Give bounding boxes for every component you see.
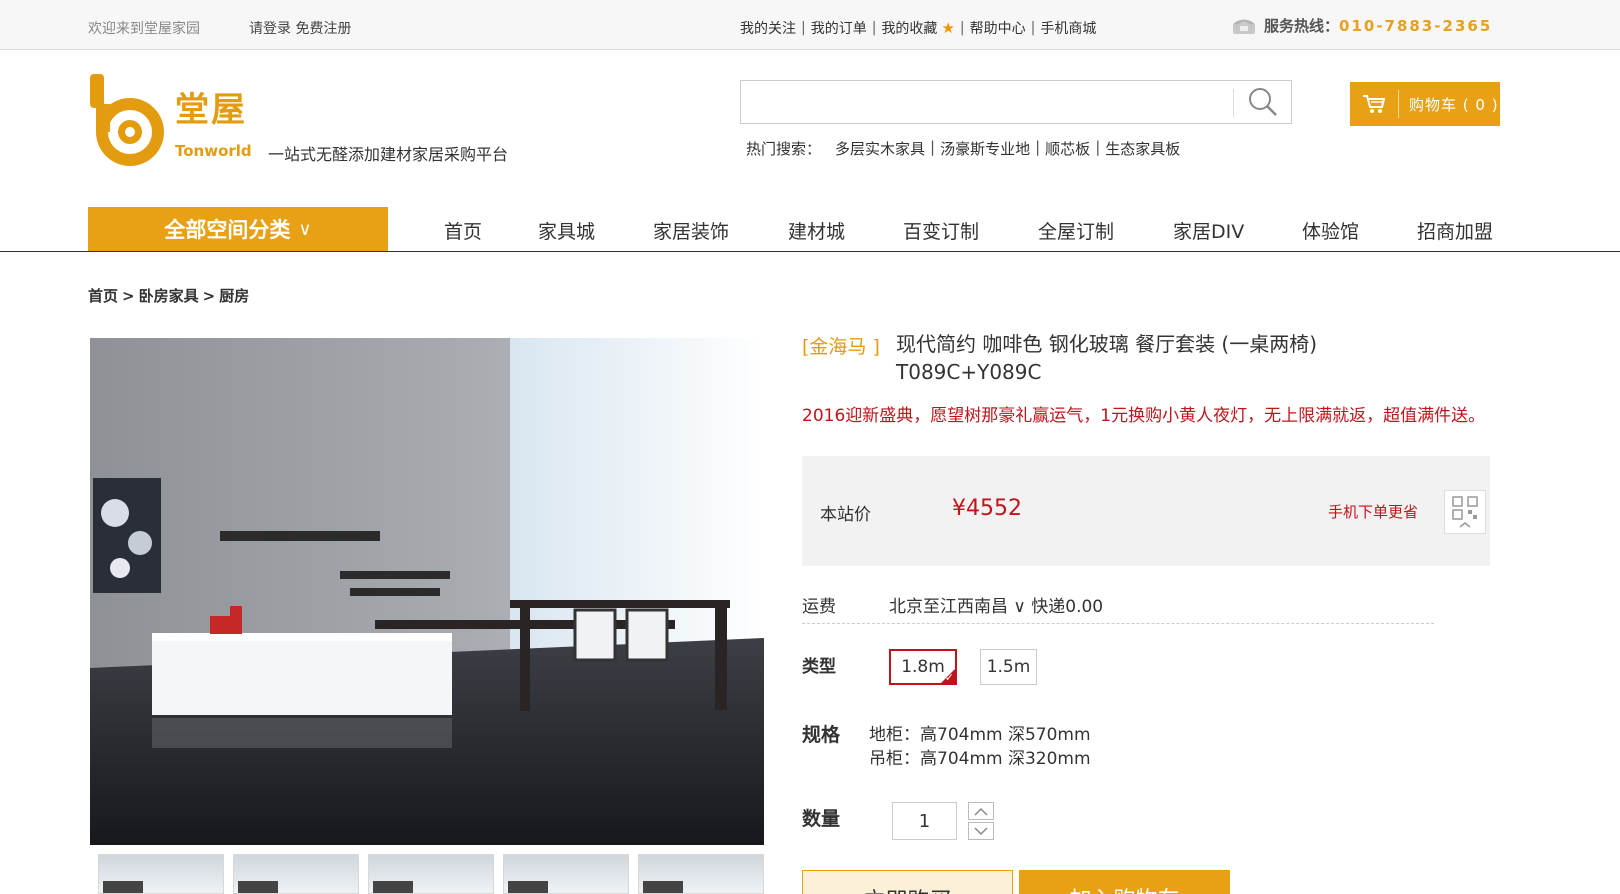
search-box [740,80,1292,124]
dashed-divider [802,623,1434,624]
product-brand[interactable]: [金海马 ] [802,332,880,359]
nav-item-whole-house[interactable]: 全屋订制 [1038,217,1114,244]
add-to-cart-button[interactable]: 加入购物车 [1019,870,1230,894]
search-button[interactable] [1235,81,1291,123]
hot-search: 热门搜索： 多层实木家具 | 汤豪斯专业地 | 顺芯板 | 生态家具板 [746,138,1180,159]
hotline-number: 010-7883-2365 [1339,16,1493,35]
promo-text: 2016迎新盛典，愿望树那豪礼赢运气，1元换购小黄人夜灯，无上限满就返，超值满件… [802,406,1486,426]
hot-item[interactable]: 多层实木家具 [835,138,925,159]
link-my-follow[interactable]: 我的关注 [740,18,796,38]
breadcrumb-home[interactable]: 首页 [88,287,118,305]
nav-item-decor[interactable]: 家居装饰 [653,217,729,244]
link-my-orders[interactable]: 我的订单 [811,18,867,38]
cart-label: 购物车 ( 0 ) [1409,95,1499,114]
spec-label: 规格 [802,724,841,746]
nav-item-home[interactable]: 首页 [444,217,482,244]
welcome-text: 欢迎来到堂屋家园 [88,21,200,37]
add-to-cart-label: 加入购物车 [1069,882,1179,894]
hotline-label: 服务热线： [1264,17,1340,35]
thumbnail-image[interactable] [233,854,359,894]
hot-item[interactable]: 生态家具板 [1105,138,1180,159]
separator: | [1030,20,1036,36]
top-bar: 欢迎来到堂屋家园 请登录 免费注册 我的关注 | 我的订单 | 我的收藏 ★ | 帮助中… [0,0,1620,50]
all-categories-button[interactable]: 全部空间分类 ∨ [88,207,388,251]
search-divider [1233,89,1234,117]
search-icon [1249,88,1277,116]
price-label: 本站价 [820,505,871,525]
chevron-down-icon[interactable]: ∨ [1013,597,1025,617]
register-link[interactable]: 免费注册 [295,21,351,37]
breadcrumb-separator: > [122,287,135,305]
link-mobile-mall[interactable]: 手机商城 [1040,18,1096,38]
chevron-down-icon [974,826,988,835]
separator: | [871,20,877,36]
chevron-up-icon [974,807,988,816]
nav-item-furniture[interactable]: 家具城 [538,217,595,244]
spec-line: 吊柜：高704mm 深320mm [869,749,1091,769]
star-icon: ★ [941,19,955,37]
thumbnail-image[interactable] [638,854,764,894]
nav-item-custom[interactable]: 百变订制 [903,217,979,244]
quantity-decrement-button[interactable] [968,822,994,840]
buy-now-label: 立即购买 [863,883,951,894]
shipping-label: 运费 [802,597,836,617]
type-label: 类型 [802,657,836,677]
top-links: 我的关注 | 我的订单 | 我的收藏 ★ | 帮助中心 | 手机商城 [740,18,1096,38]
hot-search-label: 热门搜索： [746,140,822,158]
separator: | [801,20,806,36]
shipping-route-dropdown[interactable]: 北京至江西南昌 [889,597,1008,617]
separator: | [930,138,936,156]
shipping-value: 北京至江西南昌 ∨ 快递0.00 [889,592,1103,617]
nav-item-showroom[interactable]: 体验馆 [1302,217,1359,244]
mobile-order-link[interactable]: 手机下单更省 [1328,501,1418,522]
separator: | [959,20,965,36]
shipping-fee: 快递0.00 [1031,597,1104,617]
service-hotline: 服务热线： 010-7883-2365 [1232,15,1492,36]
breadcrumb-separator: > [202,287,216,305]
thumbnail-image[interactable] [98,854,224,894]
link-help-center[interactable]: 帮助中心 [970,18,1026,38]
product-main-image[interactable] [90,338,764,845]
quantity-label: 数量 [802,808,841,830]
breadcrumb-kitchen[interactable]: 厨房 [219,287,249,305]
chevron-down-icon: ∨ [298,218,312,240]
all-categories-label: 全部空间分类 [164,218,291,242]
nav-item-franchise[interactable]: 招商加盟 [1417,217,1493,244]
spec-line: 地柜：高704mm 深570mm [869,725,1091,745]
qr-code-icon[interactable] [1444,490,1486,534]
brand-name-cn: 堂屋 [175,90,247,130]
brand-name-en: Tonworld [175,142,252,160]
price-box: 本站价 ¥4552 手机下单更省 [802,456,1490,566]
login-links: 请登录 免费注册 [249,18,351,38]
cart-icon [1350,94,1398,114]
link-my-favorites[interactable]: 我的收藏 [881,18,937,38]
quantity-increment-button[interactable] [968,802,994,820]
thumbnail-image[interactable] [368,854,494,894]
quantity-input[interactable] [892,802,957,840]
type-option-selected[interactable]: 1.8m ✓ [889,649,957,685]
nav-item-diy[interactable]: 家居DIV [1173,217,1244,244]
separator: | [1095,138,1101,156]
buy-now-button[interactable]: 立即购买 [802,870,1013,894]
hot-item[interactable]: 顺芯板 [1045,138,1090,159]
type-option[interactable]: 1.5m [980,649,1037,685]
phone-icon [1233,19,1255,34]
breadcrumb-bedroom[interactable]: 卧房家具 [139,287,199,305]
tonworld-logo-icon[interactable] [88,74,168,172]
thumbnail-strip [98,854,764,894]
breadcrumb: 首页 > 卧房家具 > 厨房 [88,285,249,306]
main-nav: 全部空间分类 ∨ 首页 家具城 家居装饰 建材城 百变订制 全屋订制 家居DIV… [0,207,1620,252]
cart-button[interactable]: 购物车 ( 0 ) [1350,82,1500,126]
nav-item-materials[interactable]: 建材城 [788,217,845,244]
product-title: 现代简约 咖啡色 钢化玻璃 餐厅套装 (一桌两椅) T089C+Y089C [896,332,1318,384]
check-icon: ✓ [944,671,954,684]
hot-item[interactable]: 汤豪斯专业地 [940,138,1030,159]
price-value: ¥4552 [952,496,1022,521]
type-option-label: 1.5m [986,657,1031,677]
search-input[interactable] [741,81,1231,123]
slogan: 一站式无醛添加建材家居采购平台 [268,145,509,164]
separator: | [1035,138,1041,156]
login-link[interactable]: 请登录 [249,21,291,37]
thumbnail-image[interactable] [503,854,629,894]
